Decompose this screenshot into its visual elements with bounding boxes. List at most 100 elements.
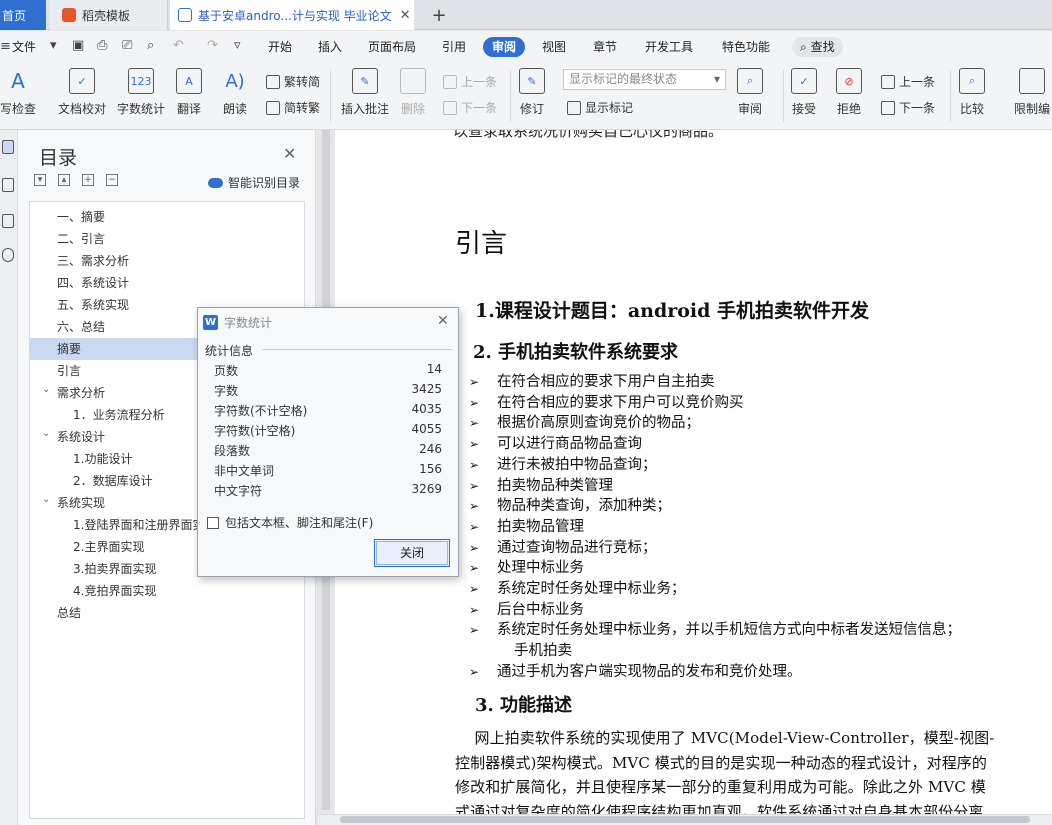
stat-value: 156	[419, 462, 442, 476]
next-change-button[interactable]: 下一条	[881, 99, 935, 116]
compare-button[interactable]: ⌕ 比较	[959, 68, 985, 117]
track-changes-button[interactable]: ✎ 修订	[519, 68, 545, 117]
nav-strip	[0, 130, 18, 825]
list-item-text: 在符合相应的要求下用户自主拍卖	[497, 374, 715, 390]
stat-label: 字符数(计空格)	[214, 424, 296, 438]
restrict-edit-button[interactable]: 限制编	[1014, 68, 1050, 117]
toc-item-label: 三、需求分析	[57, 254, 130, 268]
remove-heading-icon[interactable]: −	[106, 174, 118, 186]
simp-to-trad-button[interactable]: 简转繁	[266, 99, 320, 116]
toc-item[interactable]: 总结	[30, 602, 304, 624]
arrow-bullet-icon: ➢	[469, 582, 480, 596]
toc-item[interactable]: 4.竞拍界面实现	[30, 580, 304, 602]
list-item-text: 通过手机为客户端实现物品的发布和竞价处理。	[497, 663, 802, 680]
list-item-text: 通过查询物品进行竞标；	[497, 539, 657, 556]
smart-toc-button[interactable]: 智能识别目录	[208, 174, 300, 191]
toc-panel-icon[interactable]	[2, 140, 14, 154]
close-icon[interactable]: ✕	[283, 144, 296, 163]
list-item: ➢ 在符合相应的要求下用户自主拍卖	[469, 370, 715, 391]
track-changes-icon: ✎	[519, 68, 545, 94]
menu-chapter[interactable]: 章节	[593, 37, 617, 57]
word-doc-icon	[178, 8, 192, 22]
tab-document[interactable]: 基于安卓andro...计与实现 毕业论文 ✕	[170, 0, 414, 30]
include-notes-checkbox[interactable]: 包括文本框、脚注和尾注(F)	[207, 514, 373, 531]
insert-comment-button[interactable]: ✎ 插入批注	[341, 68, 389, 117]
horizontal-scroll-thumb[interactable]	[340, 816, 1030, 823]
toc-item[interactable]: 二、引言	[30, 228, 304, 250]
chevron-down-icon[interactable]: ⌄	[42, 423, 50, 445]
stat-value: 4035	[411, 402, 442, 416]
list-item: ➢ 通过手机为客户端实现物品的发布和竞价处理。	[469, 660, 802, 681]
toc-item[interactable]: 四、系统设计	[30, 272, 304, 294]
hamburger-icon[interactable]: ≡	[0, 39, 11, 54]
menu-start[interactable]: 开始	[268, 37, 292, 57]
customize-icon[interactable]: ▿	[234, 38, 241, 53]
spell-check-button[interactable]: A 写检查	[0, 68, 36, 117]
menu-review[interactable]: 审阅	[483, 37, 526, 57]
print-icon[interactable]: ⎚	[122, 38, 132, 53]
search-icon: ⌕	[800, 40, 807, 54]
arrow-bullet-icon: ➢	[469, 437, 480, 452]
checkbox-box[interactable]	[207, 516, 219, 529]
chevron-down-icon[interactable]: ▾	[50, 38, 57, 53]
markup-state-value: 显示标记的最终状态	[569, 72, 678, 86]
compare-label: 比较	[959, 102, 984, 116]
menu-file[interactable]: 文件	[12, 37, 36, 57]
tab-template[interactable]: 稻壳模板	[50, 0, 168, 30]
word-count-button[interactable]: 123 字数统计	[117, 68, 165, 117]
dialog-titlebar[interactable]: W 字数统计	[198, 308, 458, 336]
find-panel-icon[interactable]	[2, 248, 14, 262]
translate-button[interactable]: A 翻译	[176, 68, 202, 117]
chevron-down-icon[interactable]: ⌄	[42, 489, 50, 511]
print-preview-icon[interactable]: ⌕	[147, 38, 154, 53]
arrow-bullet-icon: ➢	[469, 519, 480, 534]
accept-label: 接受	[791, 102, 816, 116]
save-icon[interactable]: ▣	[72, 38, 84, 53]
export-icon[interactable]: ⎙	[97, 38, 107, 53]
review-pane-button[interactable]: ⌕ 审阅	[737, 68, 763, 117]
menu-layout[interactable]: 页面布局	[368, 37, 416, 57]
accept-button[interactable]: ✓ 接受	[791, 68, 817, 117]
menu-bar: ≡ 文件 ▾ ▣ ⎙ ⎚ ⌕ ↶ ↷ ▿ 开始 插入 页面布局 引用 审阅 视图…	[0, 31, 1052, 62]
menu-view[interactable]: 视图	[542, 37, 566, 57]
bookmark-panel-icon[interactable]	[2, 214, 14, 228]
add-heading-icon[interactable]: +	[82, 174, 94, 186]
prev-comment-icon	[443, 74, 457, 89]
ribbon-divider	[510, 70, 511, 122]
toc-item[interactable]: 一、摘要	[30, 206, 304, 228]
menu-special[interactable]: 特色功能	[722, 37, 770, 57]
prev-change-button[interactable]: 上一条	[881, 73, 935, 90]
reject-button[interactable]: ⊘ 拒绝	[836, 68, 862, 117]
tab-home[interactable]: 首页	[0, 0, 46, 30]
proofread-icon: ✓	[69, 68, 95, 94]
chevron-down-icon[interactable]: ⌄	[42, 379, 50, 401]
next-comment-button[interactable]: 下一条	[443, 99, 497, 116]
list-item-text: 拍卖物品种类管理	[497, 477, 613, 494]
expand-up-icon[interactable]: ▴	[58, 174, 70, 186]
arrow-bullet-icon: ➢	[469, 540, 480, 555]
list-item-text: 物品种类查询，添加种类；	[497, 498, 671, 515]
collapse-all-icon[interactable]: ▾	[34, 174, 46, 186]
read-aloud-button[interactable]: A) 朗读	[222, 68, 248, 117]
markup-state-select[interactable]: 显示标记的最终状态	[563, 69, 726, 90]
arrow-bullet-icon: ➢	[469, 457, 480, 472]
undo-icon[interactable]: ↶	[173, 38, 184, 53]
chapter-panel-icon[interactable]	[2, 178, 14, 192]
close-icon[interactable]: ✕	[437, 313, 449, 329]
toc-item[interactable]: 三、需求分析	[30, 250, 304, 272]
new-tab-button[interactable]: +	[424, 0, 454, 30]
show-markup-button[interactable]: 显示标记	[567, 99, 633, 116]
close-button[interactable]: 关闭	[374, 539, 450, 567]
menu-insert[interactable]: 插入	[318, 37, 342, 57]
prev-comment-button[interactable]: 上一条	[443, 73, 497, 90]
delete-comment-button[interactable]: 删除	[400, 68, 426, 117]
close-tab-icon[interactable]: ✕	[400, 8, 411, 23]
proofread-button[interactable]: ✓ 文档校对	[58, 68, 106, 117]
list-item-text: 拍卖物品管理	[497, 518, 584, 535]
menu-developer[interactable]: 开发工具	[645, 37, 693, 57]
search-button[interactable]: ⌕ 查找	[792, 37, 843, 57]
redo-icon[interactable]: ↷	[207, 38, 218, 53]
trad-to-simp-button[interactable]: 繁转简	[266, 73, 320, 90]
list-item-text: 系统定时任务处理中标业务；	[497, 581, 686, 597]
menu-reference[interactable]: 引用	[442, 37, 466, 57]
